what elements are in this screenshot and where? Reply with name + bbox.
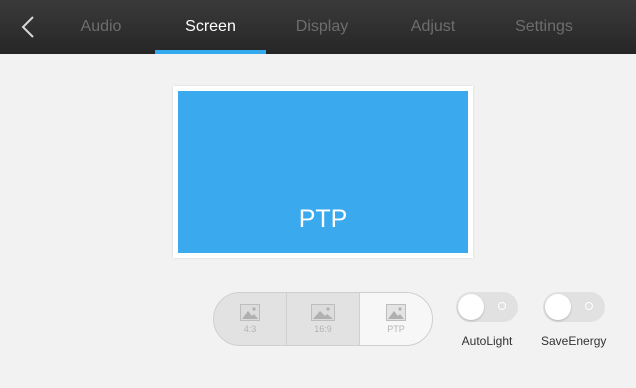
tab-label: Adjust xyxy=(410,18,456,35)
tab-label: Display xyxy=(295,18,349,35)
tab-label: Screen xyxy=(185,18,236,35)
screen-preview-frame: PTP xyxy=(173,86,473,258)
chevron-left-icon xyxy=(21,16,34,38)
screen-preview: PTP xyxy=(178,91,468,253)
top-nav-bar: Audio Screen Display Adjust Settings xyxy=(0,0,636,54)
autolight-control: AutoLight xyxy=(456,292,518,348)
tab-settings[interactable]: Settings xyxy=(495,0,593,54)
tab-label: Settings xyxy=(515,18,573,35)
aspect-option-label: 4:3 xyxy=(243,324,257,334)
autolight-toggle[interactable] xyxy=(456,292,518,322)
saveenergy-label: SaveEnergy xyxy=(541,334,607,348)
aspect-4-3-button[interactable]: 4:3 xyxy=(214,293,287,345)
preview-mode-label: PTP xyxy=(298,205,348,233)
aspect-ptp-button[interactable]: PTP xyxy=(360,293,432,345)
saveenergy-toggle[interactable] xyxy=(542,292,605,322)
off-indicator-icon xyxy=(498,302,506,310)
aspect-option-label: PTP xyxy=(387,324,405,334)
tab-label: Audio xyxy=(80,18,122,35)
aspect-ratio-selector: 4:3 16:9 PTP xyxy=(213,292,433,346)
toggle-knob xyxy=(544,294,571,320)
back-button[interactable] xyxy=(14,12,42,42)
off-indicator-icon xyxy=(584,302,593,310)
image-icon xyxy=(240,304,260,321)
toggle-knob xyxy=(458,294,484,320)
aspect-option-label: 16:9 xyxy=(314,324,332,334)
image-icon xyxy=(311,304,335,321)
tab-audio[interactable]: Audio xyxy=(58,0,144,54)
autolight-label: AutoLight xyxy=(461,334,513,348)
tab-adjust[interactable]: Adjust xyxy=(388,0,478,54)
image-icon xyxy=(386,304,406,321)
aspect-16-9-button[interactable]: 16:9 xyxy=(287,293,360,345)
tab-display[interactable]: Display xyxy=(276,0,368,54)
tab-screen[interactable]: Screen xyxy=(155,0,266,54)
saveenergy-control: SaveEnergy xyxy=(541,292,606,348)
